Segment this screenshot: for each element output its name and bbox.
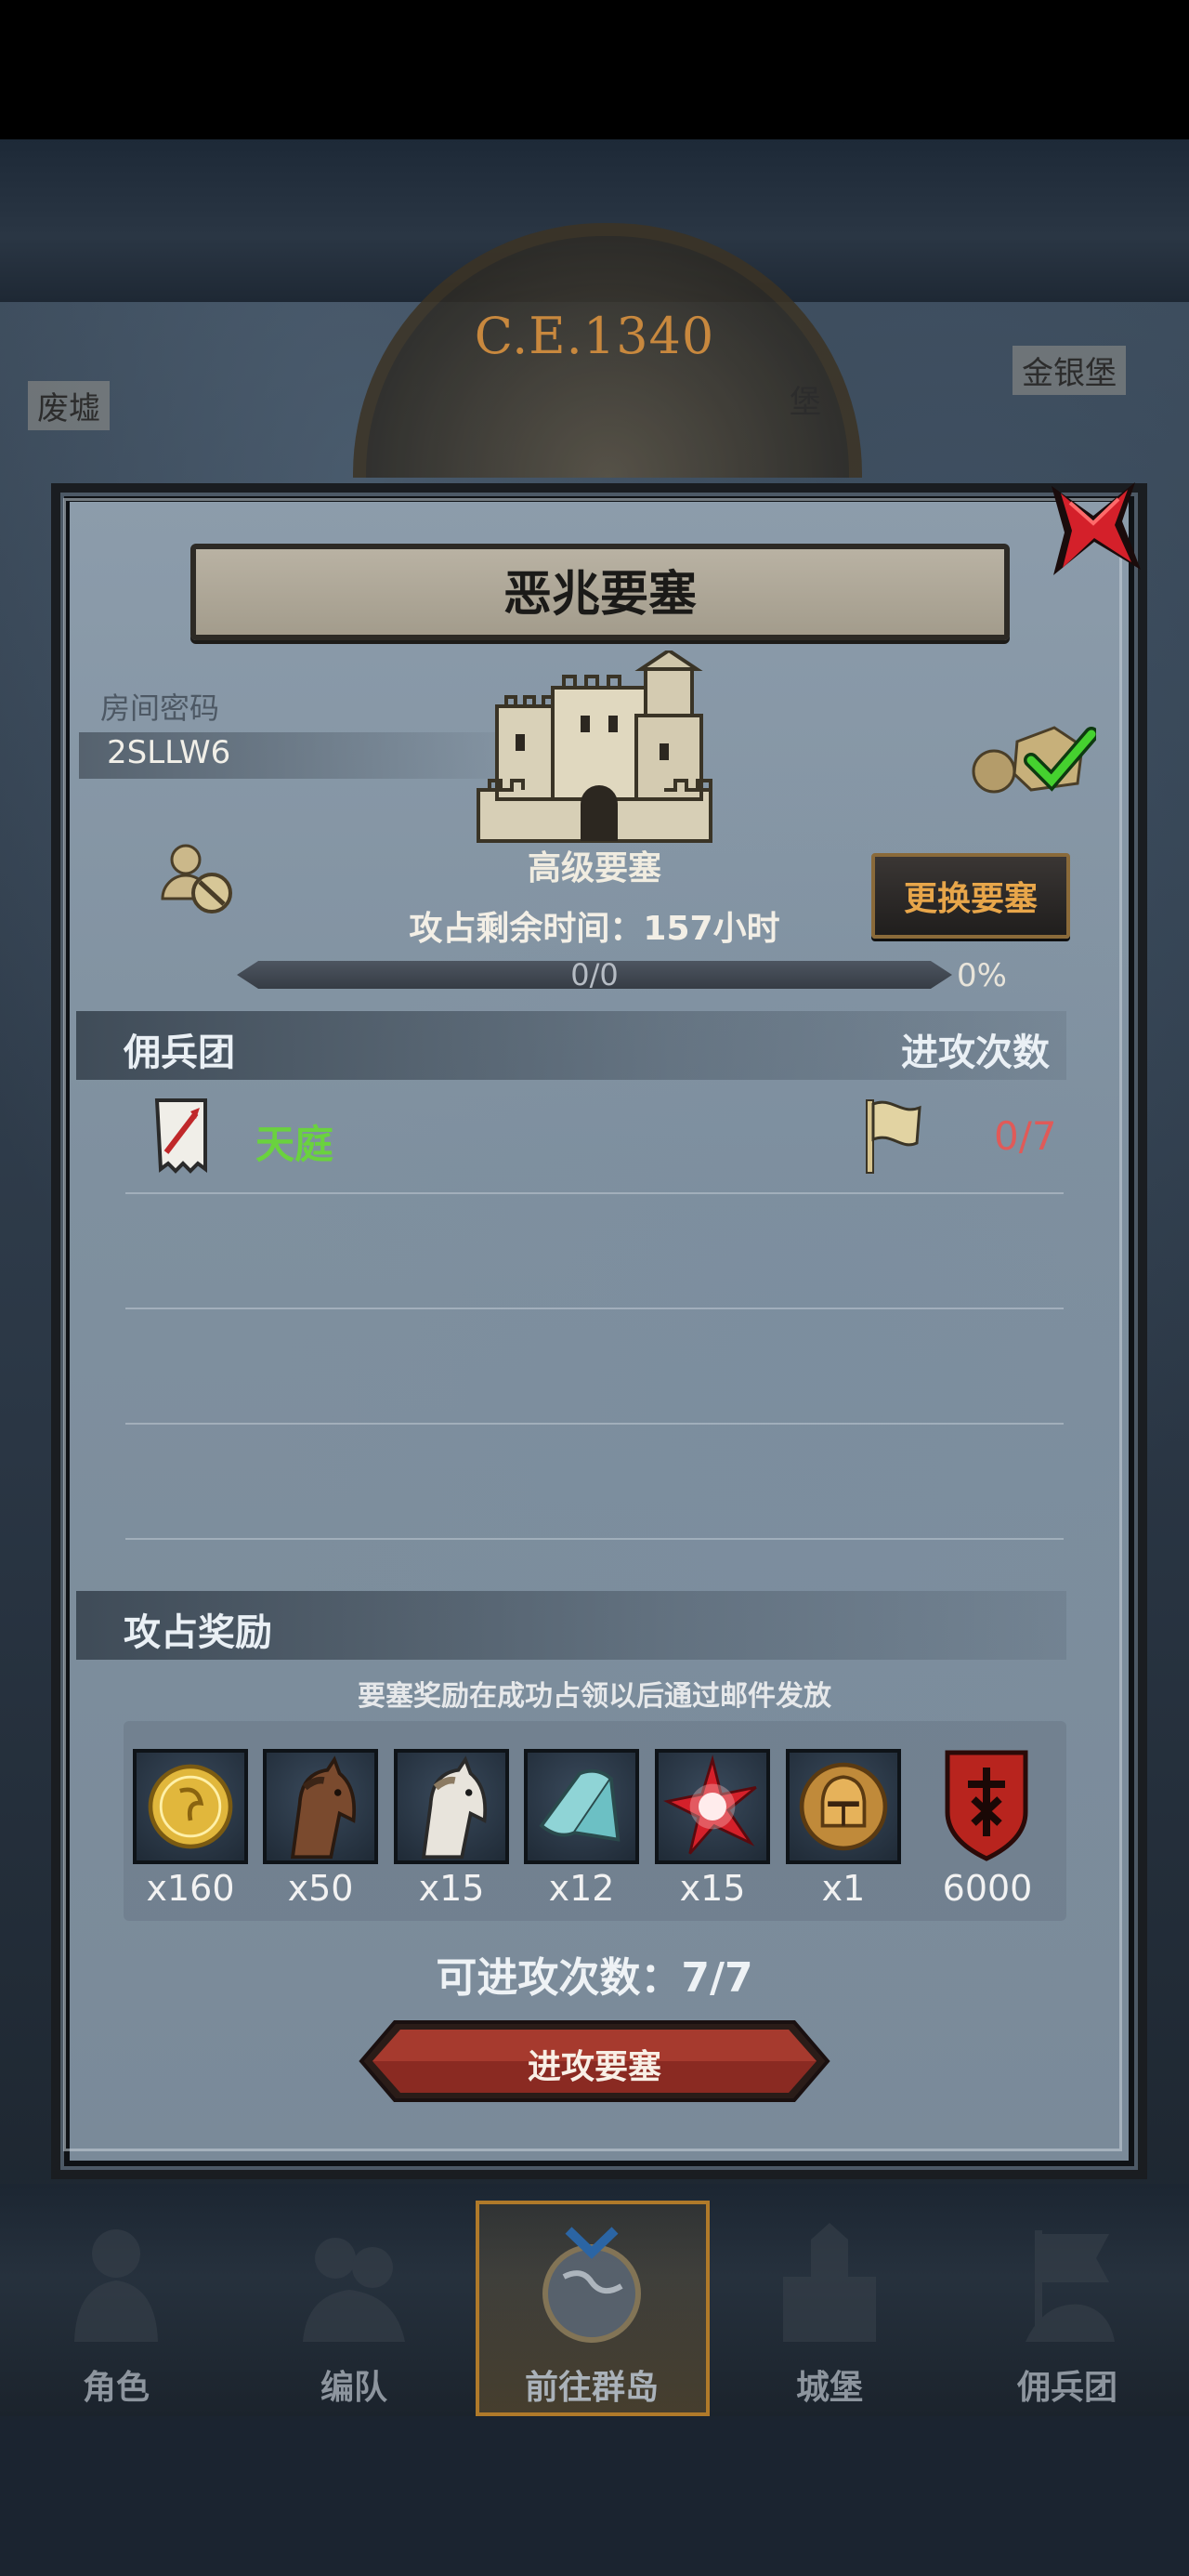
dialog-title: 恶兆要塞 (503, 567, 697, 623)
castle-icon (783, 2223, 876, 2342)
reward-qty: 6000 (942, 1868, 1033, 1909)
red-shield-emblem-icon (945, 1750, 1028, 1861)
reward-slot-knight-helmet-coin[interactable] (786, 1749, 901, 1864)
nav-item-formation[interactable]: 编队 (238, 2202, 470, 2416)
mercenary-banner-icon (153, 1097, 209, 1176)
bottom-strip (0, 2416, 1189, 2576)
era-label: C.E.1340 (474, 307, 715, 365)
room-code-value: 2SLLW6 (107, 734, 231, 771)
reward-note: 要塞奖励在成功占领以后通过邮件发放 (358, 1680, 831, 1713)
status-area (0, 0, 1189, 139)
nav-item-castle[interactable]: 城堡 (713, 2202, 946, 2416)
mercenary-name[interactable]: 天庭 (255, 1113, 333, 1170)
map-label-fort: 堡 (790, 384, 821, 421)
nav-label: 编队 (320, 2369, 387, 2407)
red-star-gem-icon (663, 1755, 757, 1855)
nav-item-mercenary[interactable]: 佣兵团 (951, 2202, 1183, 2416)
reward-qty: x1 (821, 1868, 866, 1909)
knight-icon (74, 2229, 158, 2342)
close-button[interactable] (1042, 479, 1144, 581)
row-divider (125, 1538, 1064, 1540)
room-code-label: 房间密码 (100, 690, 220, 726)
reward-slot-red-shield-emblem[interactable] (931, 1747, 1042, 1862)
nav-item-character[interactable]: 角色 (0, 2202, 232, 2416)
reward-slot-red-star-gem[interactable] (655, 1749, 770, 1864)
row-divider (125, 1308, 1064, 1309)
reward-qty: x15 (679, 1868, 746, 1909)
fortress-castle-icon (460, 648, 729, 846)
reward-header: 攻占奖励 (124, 1611, 272, 1654)
reward-qty: x15 (418, 1868, 485, 1909)
reward-slot-cloth-roll[interactable] (524, 1749, 639, 1864)
knight-helmet-coin-icon (799, 1762, 888, 1851)
attacks-available: 可进攻次数：7/7 (436, 1954, 753, 2002)
capture-progress-percent: 0% (957, 957, 1007, 994)
bag-check-icon (966, 714, 1099, 797)
cloth-roll-icon (539, 1768, 621, 1842)
remaining-time: 攻占剩余时间：157小时 (409, 910, 780, 948)
formation-icon (303, 2238, 405, 2342)
flag-icon (859, 1097, 924, 1176)
reward-slot-brown-horse[interactable] (263, 1749, 378, 1864)
row-divider (125, 1192, 1064, 1194)
reward-qty: x12 (548, 1868, 615, 1909)
mercenary-attack-count: 0/7 (994, 1113, 1057, 1159)
map-label-ruins: 废墟 (28, 381, 110, 430)
map-label-goldsilver-fort: 金银堡 (1013, 346, 1126, 395)
nav-label: 角色 (82, 2369, 150, 2407)
nav-item-islands[interactable]: 前往群岛 (476, 2202, 708, 2416)
white-horse-icon (421, 1755, 488, 1860)
close-icon (1052, 482, 1141, 575)
fortress-level: 高级要塞 (527, 849, 661, 887)
gold-coin-icon (148, 1764, 233, 1849)
capture-progress-count: 0/0 (570, 957, 619, 992)
globe-icon (542, 2227, 641, 2343)
attack-fortress-label[interactable]: 进攻要塞 (358, 2040, 831, 2088)
no-player-icon (158, 841, 237, 915)
reward-slot-gold-coin[interactable] (133, 1749, 248, 1864)
nav-label: 佣兵团 (1016, 2369, 1117, 2407)
reward-qty: x50 (287, 1868, 354, 1909)
nav-label: 前往群岛 (524, 2369, 659, 2407)
attack-count-header: 进攻次数 (901, 1032, 1050, 1074)
row-divider (125, 1423, 1064, 1425)
mercenary-header: 佣兵团 (124, 1032, 235, 1074)
nav-label: 城堡 (795, 2369, 863, 2407)
reward-qty: x160 (146, 1868, 235, 1909)
mercenary-icon (1026, 2230, 1115, 2342)
brown-horse-icon (290, 1755, 357, 1860)
reward-slot-white-horse[interactable] (394, 1749, 509, 1864)
